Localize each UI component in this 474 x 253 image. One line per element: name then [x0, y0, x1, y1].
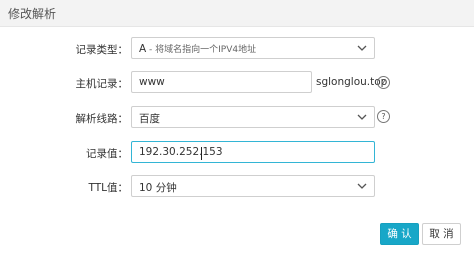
record-type-hint: - 将域名指向一个IPV4地址: [146, 45, 257, 55]
chevron-down-icon: [357, 183, 367, 189]
cancel-button[interactable]: 取 消: [422, 223, 461, 245]
record-type-select[interactable]: A - 将域名指向一个IPV4地址: [131, 37, 375, 59]
host-record-value: www: [139, 76, 165, 88]
ttl-value: 10 分钟: [139, 182, 177, 194]
resolution-line-value: 百度: [139, 113, 160, 125]
edit-resolution-dialog: 修改解析 记录类型： A - 将域名指向一个IPV4地址 主机记录： www s…: [0, 0, 474, 253]
chevron-down-icon: [357, 45, 367, 51]
dialog-title: 修改解析: [8, 7, 57, 21]
resolution-line-select[interactable]: 百度: [131, 106, 375, 128]
resolution-line-label: 解析线路：: [75, 113, 129, 125]
record-type-label: 记录类型：: [75, 44, 129, 56]
dialog-header: 修改解析: [0, 0, 474, 27]
chevron-down-icon: [357, 114, 367, 120]
host-record-label: 主机记录：: [75, 78, 129, 90]
host-record-input[interactable]: www: [131, 71, 312, 93]
confirm-button[interactable]: 确 认: [380, 223, 419, 245]
help-icon[interactable]: ?: [377, 110, 390, 123]
help-icon[interactable]: ?: [377, 76, 390, 89]
ttl-select[interactable]: 10 分钟: [131, 175, 375, 197]
record-value-text: 192.30.252.153: [139, 146, 223, 158]
record-value-input[interactable]: 192.30.252.153: [131, 141, 375, 163]
text-cursor: [201, 147, 202, 160]
record-value-label: 记录值：: [86, 148, 128, 160]
ttl-label: TTL值：: [88, 182, 129, 194]
